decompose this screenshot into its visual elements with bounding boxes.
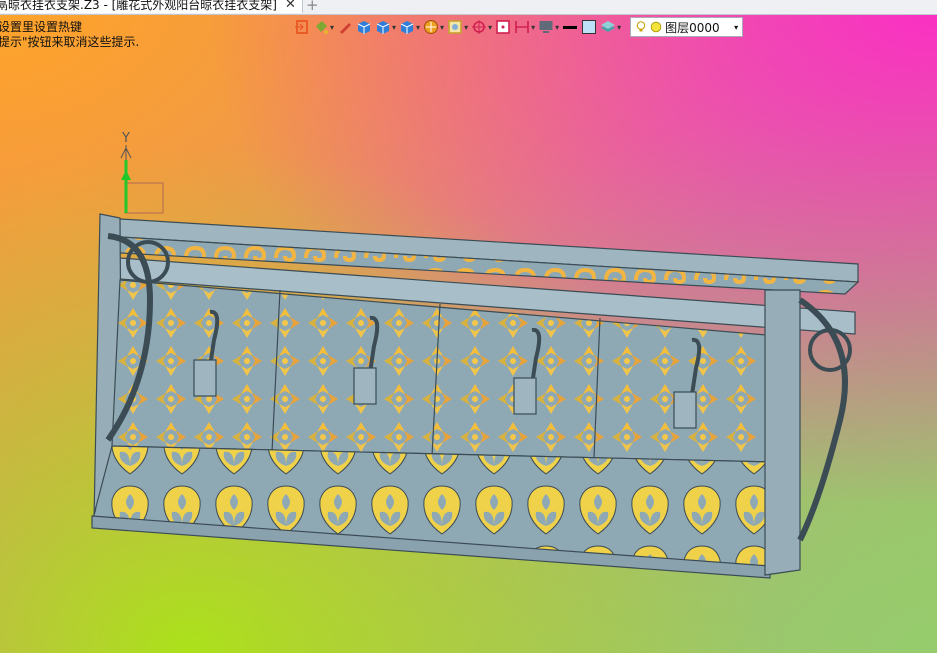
document-tab-bar: 鬲晾衣挂衣支架.Z3 - [雕花式外观阳台晾衣挂衣支架] ✕ +: [0, 0, 937, 15]
chevron-down-icon[interactable]: ▾: [330, 23, 334, 32]
layer-stack-icon: [601, 21, 616, 32]
cube-button[interactable]: ▾: [375, 17, 396, 37]
pencil-icon: [340, 23, 352, 34]
chevron-down-icon[interactable]: ▾: [617, 23, 621, 32]
chevron-down-icon[interactable]: ▾: [416, 23, 420, 32]
hint-overlay: 设置里设置热键 提示"按钮来取消这些提示.: [0, 20, 139, 50]
color-swatch-icon: [582, 20, 597, 34]
view-toolbar: ▾ ▾ ▾ ▾ ▾ ▾ ▾ ▾ ▾ 图层0000 ▾: [294, 16, 744, 38]
layer-name: 图层0000: [665, 20, 720, 35]
box-solid-button[interactable]: [356, 17, 372, 37]
exit-icon: [295, 20, 308, 34]
clothes-rack-model[interactable]: [91, 213, 860, 579]
pencil-button[interactable]: [337, 17, 353, 37]
layer-stack-button[interactable]: ▾: [600, 17, 621, 37]
color-swatch-button[interactable]: [581, 17, 597, 37]
close-icon[interactable]: ✕: [285, 0, 296, 12]
3d-model-view[interactable]: Y: [0, 0, 937, 653]
paint-bucket-button[interactable]: ▾: [313, 17, 334, 37]
exit-button[interactable]: [294, 17, 310, 37]
chevron-down-icon[interactable]: ▾: [464, 23, 468, 32]
dimension-button[interactable]: ▾: [514, 17, 535, 37]
chevron-down-icon[interactable]: ▾: [531, 23, 535, 32]
display-button[interactable]: ▾: [538, 17, 559, 37]
snap-box-button[interactable]: [495, 17, 511, 37]
lightbulb-icon[interactable]: [635, 20, 647, 34]
chevron-down-icon[interactable]: ▾: [392, 23, 396, 32]
snap-box-icon: [496, 20, 510, 34]
render-ball-button[interactable]: ▾: [423, 17, 444, 37]
chevron-down-icon[interactable]: ▾: [555, 23, 559, 32]
chevron-down-icon[interactable]: ▾: [440, 23, 444, 32]
view-cube-button[interactable]: ▾: [399, 17, 420, 37]
layer-select[interactable]: 图层0000 ▾: [630, 17, 744, 37]
display-icon: [539, 21, 553, 33]
document-tab-title: 鬲晾衣挂衣支架.Z3 - [雕花式外观阳台晾衣挂衣支架]: [0, 0, 277, 12]
crosshair-icon: [472, 20, 487, 34]
cube-icon: [376, 21, 390, 34]
right-post: [764, 289, 801, 576]
y-axis-arrowhead: [121, 170, 131, 180]
chevron-down-icon[interactable]: ▾: [488, 23, 492, 32]
right-scroll-ring: [808, 328, 852, 372]
right-scroll-bracket: [797, 297, 848, 542]
line-weight-icon: [563, 26, 578, 29]
frame-icon: [448, 20, 462, 34]
document-tab[interactable]: 鬲晾衣挂衣支架.Z3 - [雕花式外观阳台晾衣挂衣支架] ✕: [0, 0, 303, 13]
crosshair-button[interactable]: ▾: [471, 17, 492, 37]
axis-plane-box: [124, 182, 164, 214]
hint-line: 提示"按钮来取消这些提示.: [0, 35, 140, 49]
chevron-down-icon[interactable]: ▾: [734, 23, 738, 32]
y-axis-label: Y: [121, 131, 130, 146]
frame-button[interactable]: ▾: [447, 17, 468, 37]
render-ball-icon: [424, 20, 439, 34]
dimension-icon: [515, 21, 529, 33]
paint-bucket-icon: [316, 21, 328, 34]
layer-color-icon: [650, 21, 662, 33]
line-weight-button[interactable]: [562, 17, 578, 37]
view-cube-icon: [400, 21, 414, 34]
hint-line: 设置里设置热键: [0, 20, 83, 34]
box-solid-icon: [357, 21, 371, 34]
axis-triad: Y: [120, 131, 164, 214]
new-tab-button[interactable]: +: [306, 0, 319, 14]
